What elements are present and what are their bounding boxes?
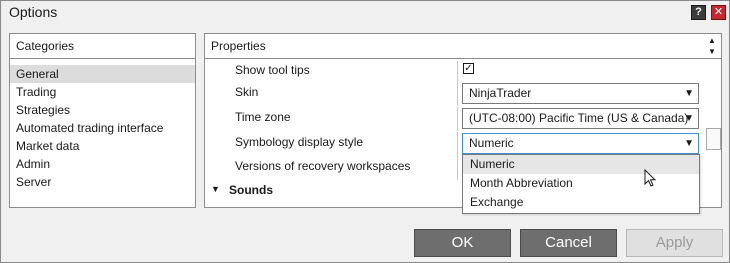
scroll-up-icon[interactable]: ▲ — [705, 35, 719, 46]
row-separator — [457, 82, 458, 106]
row-separator — [457, 132, 458, 156]
show-tool-tips-label: Show tool tips — [235, 63, 310, 77]
symbology-select[interactable]: Numeric ▼ — [462, 133, 699, 154]
category-item-strategies[interactable]: Strategies — [10, 101, 195, 119]
option-month-abbreviation[interactable]: Month Abbreviation — [463, 174, 699, 193]
row-time-zone: Time zone (UTC-08:00) Pacific Time (US &… — [205, 107, 705, 131]
scroll-down-icon[interactable]: ▼ — [705, 46, 719, 57]
symbology-value: Numeric — [469, 136, 514, 150]
row-skin: Skin NinjaTrader ▼ — [205, 82, 705, 106]
show-tool-tips-checkbox[interactable]: ✓ — [463, 63, 474, 74]
row-show-tool-tips: Show tool tips ✓ — [205, 61, 705, 85]
row-separator — [457, 107, 458, 131]
symbology-dropdown-list: Numeric Month Abbreviation Exchange — [462, 154, 700, 214]
options-window: Options ? ✕ Categories General Trading S… — [0, 0, 730, 263]
time-zone-value: (UTC-08:00) Pacific Time (US & Canada) — [469, 111, 689, 125]
properties-scrollbar[interactable]: ▲ ▼ — [705, 35, 719, 57]
row-separator — [457, 156, 458, 180]
title-bar[interactable]: Options ? ✕ — [1, 1, 729, 24]
recovery-label: Versions of recovery workspaces — [235, 159, 411, 173]
category-item-server[interactable]: Server — [10, 173, 195, 191]
skin-select[interactable]: NinjaTrader ▼ — [462, 83, 699, 104]
chevron-down-icon: ▼ — [684, 138, 694, 149]
window-title: Options — [9, 4, 58, 20]
categories-header: Categories — [10, 34, 195, 59]
option-exchange[interactable]: Exchange — [463, 193, 699, 212]
chevron-down-icon: ▼ — [684, 113, 694, 124]
row-symbology-display-style: Symbology display style Numeric ▼ — [205, 132, 705, 156]
question-mark-icon[interactable]: ? — [691, 5, 706, 20]
time-zone-label: Time zone — [235, 110, 291, 124]
category-item-market-data[interactable]: Market data — [10, 137, 195, 155]
time-zone-select[interactable]: (UTC-08:00) Pacific Time (US & Canada) ▼ — [462, 108, 699, 129]
triangle-down-icon[interactable]: ▼ — [211, 184, 220, 194]
symbology-label: Symbology display style — [235, 135, 364, 149]
option-numeric[interactable]: Numeric — [463, 155, 699, 174]
sounds-section-label: Sounds — [229, 183, 273, 197]
scrollbar-thumb[interactable] — [706, 128, 721, 150]
category-item-general[interactable]: General — [10, 65, 195, 83]
skin-label: Skin — [235, 85, 259, 99]
mouse-pointer-icon — [644, 169, 657, 187]
category-item-admin[interactable]: Admin — [10, 155, 195, 173]
skin-value: NinjaTrader — [469, 86, 532, 100]
category-item-trading[interactable]: Trading — [10, 83, 195, 101]
ok-button[interactable]: OK — [414, 229, 511, 257]
categories-panel: Categories General Trading Strategies Au… — [9, 33, 196, 208]
chevron-down-icon: ▼ — [684, 88, 694, 99]
apply-button[interactable]: Apply — [626, 229, 723, 257]
properties-header: Properties ▲ ▼ — [205, 34, 721, 59]
close-icon[interactable]: ✕ — [711, 5, 726, 20]
properties-title: Properties — [211, 39, 266, 53]
categories-list: General Trading Strategies Automated tra… — [10, 59, 195, 191]
cancel-button[interactable]: Cancel — [520, 229, 617, 257]
category-item-automated-trading-interface[interactable]: Automated trading interface — [10, 119, 195, 137]
